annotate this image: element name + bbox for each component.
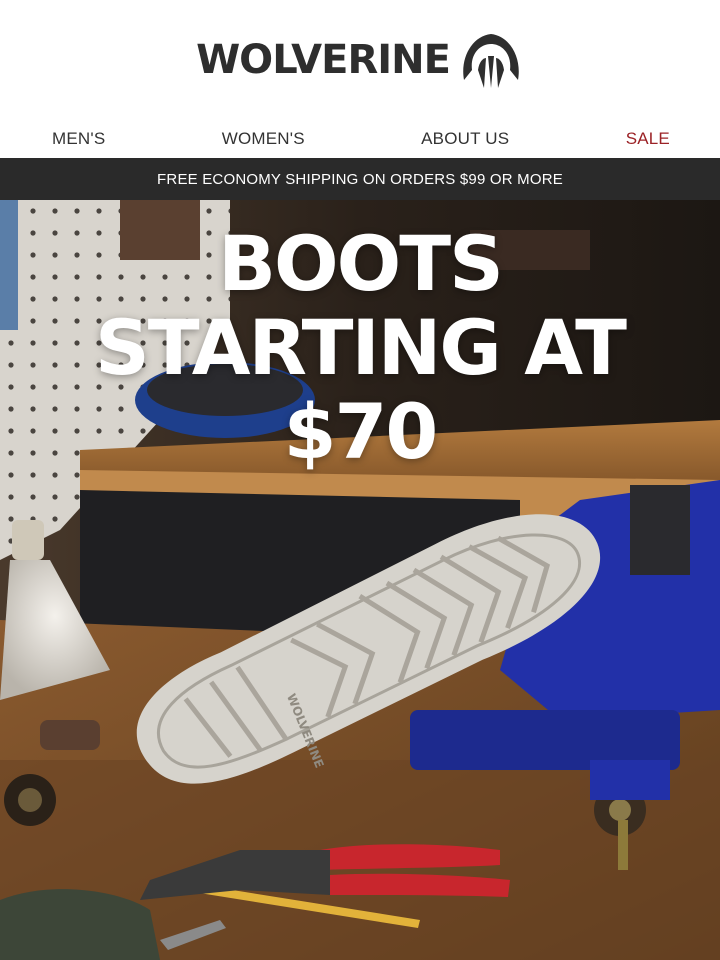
hero-line-1: BOOTS	[218, 219, 504, 308]
hero-line-3: $70	[283, 387, 439, 476]
main-nav: MEN'S WOMEN'S ABOUT US SALE	[0, 120, 720, 158]
brand-logo[interactable]: WOLVERINE	[196, 30, 524, 90]
header: WOLVERINE	[0, 0, 720, 120]
wolverine-claw-icon	[463, 34, 519, 88]
nav-womens[interactable]: WOMEN'S	[222, 129, 305, 149]
hero-line-2: STARTING AT	[95, 303, 627, 392]
nav-about-us[interactable]: ABOUT US	[421, 129, 509, 149]
nav-sale[interactable]: SALE	[626, 129, 670, 149]
hero-banner[interactable]: WOLVERINE BOOTS STARTING AT $70	[0, 200, 720, 960]
brand-name: WOLVERINE	[196, 37, 451, 83]
promo-banner[interactable]: FREE ECONOMY SHIPPING ON ORDERS $99 OR M…	[0, 158, 720, 200]
hero-headline: BOOTS STARTING AT $70	[0, 222, 720, 474]
nav-mens[interactable]: MEN'S	[52, 129, 105, 149]
